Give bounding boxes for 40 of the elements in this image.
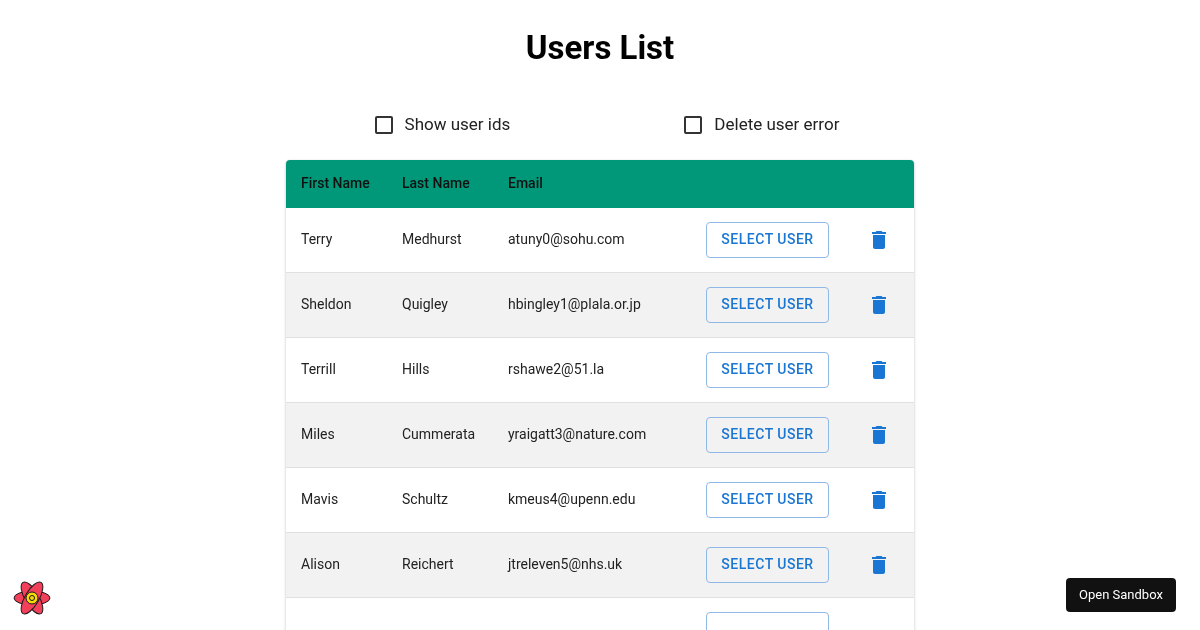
table-cell-text: Cummerata [402, 425, 477, 444]
delete-icon[interactable] [872, 490, 886, 509]
delete-icon[interactable] [872, 295, 886, 314]
checkbox[interactable] [684, 115, 703, 134]
delete-icon[interactable] [872, 230, 886, 249]
select-user-button[interactable]: SELECT USER [706, 546, 829, 583]
table-cell-text: rshawe2@51.la [508, 360, 606, 379]
select-user-button[interactable]: SELECT USER [706, 221, 829, 258]
select-user-button[interactable]: SELECT USER [706, 481, 829, 518]
checkbox-label: Show user ids [404, 113, 511, 136]
table-cell-text: jtreleven5@nhs.uk [508, 555, 624, 574]
column-header: First Name [300, 174, 371, 193]
table-cell-text: Sheldon [300, 295, 353, 314]
table-cell-text: Medhurst [402, 230, 463, 249]
table-cell-text: atuny0@sohu.com [508, 230, 626, 249]
open-sandbox-button[interactable]: Open Sandbox [1066, 578, 1176, 612]
checkbox-label: Delete user error [714, 113, 840, 136]
table-cell-text: Quigley [402, 295, 449, 314]
select-user-button[interactable]: SELECT USER [706, 351, 829, 388]
select-user-button[interactable]: SELECT USER [706, 416, 829, 453]
table-cell-text: Reichert [402, 555, 455, 574]
delete-icon[interactable] [872, 555, 886, 574]
column-header: Last Name [402, 174, 471, 193]
delete-icon[interactable] [872, 360, 886, 379]
table-cell-text: hbingley1@plala.or.jp [508, 295, 642, 314]
react-logo-icon[interactable] [12, 578, 52, 618]
delete-icon[interactable] [872, 425, 886, 444]
table-cell-text: Alison [300, 555, 341, 574]
table-cell-text: Miles [300, 425, 336, 444]
table-cell-text: Terrill [300, 360, 337, 379]
select-user-button[interactable]: SELECT USER [706, 286, 829, 323]
table-cell-text: Mavis [300, 490, 340, 509]
table-cell-text: Schultz [402, 490, 449, 509]
table-cell-text: kmeus4@upenn.edu [508, 490, 637, 509]
table-cell-text: Hills [402, 360, 431, 379]
checkbox[interactable] [374, 115, 393, 134]
page-title: Users List [525, 28, 675, 68]
table-cell-text: Terry [300, 230, 334, 249]
table-cell-text: yraigatt3@nature.com [508, 425, 648, 444]
column-header: Email [508, 174, 544, 193]
